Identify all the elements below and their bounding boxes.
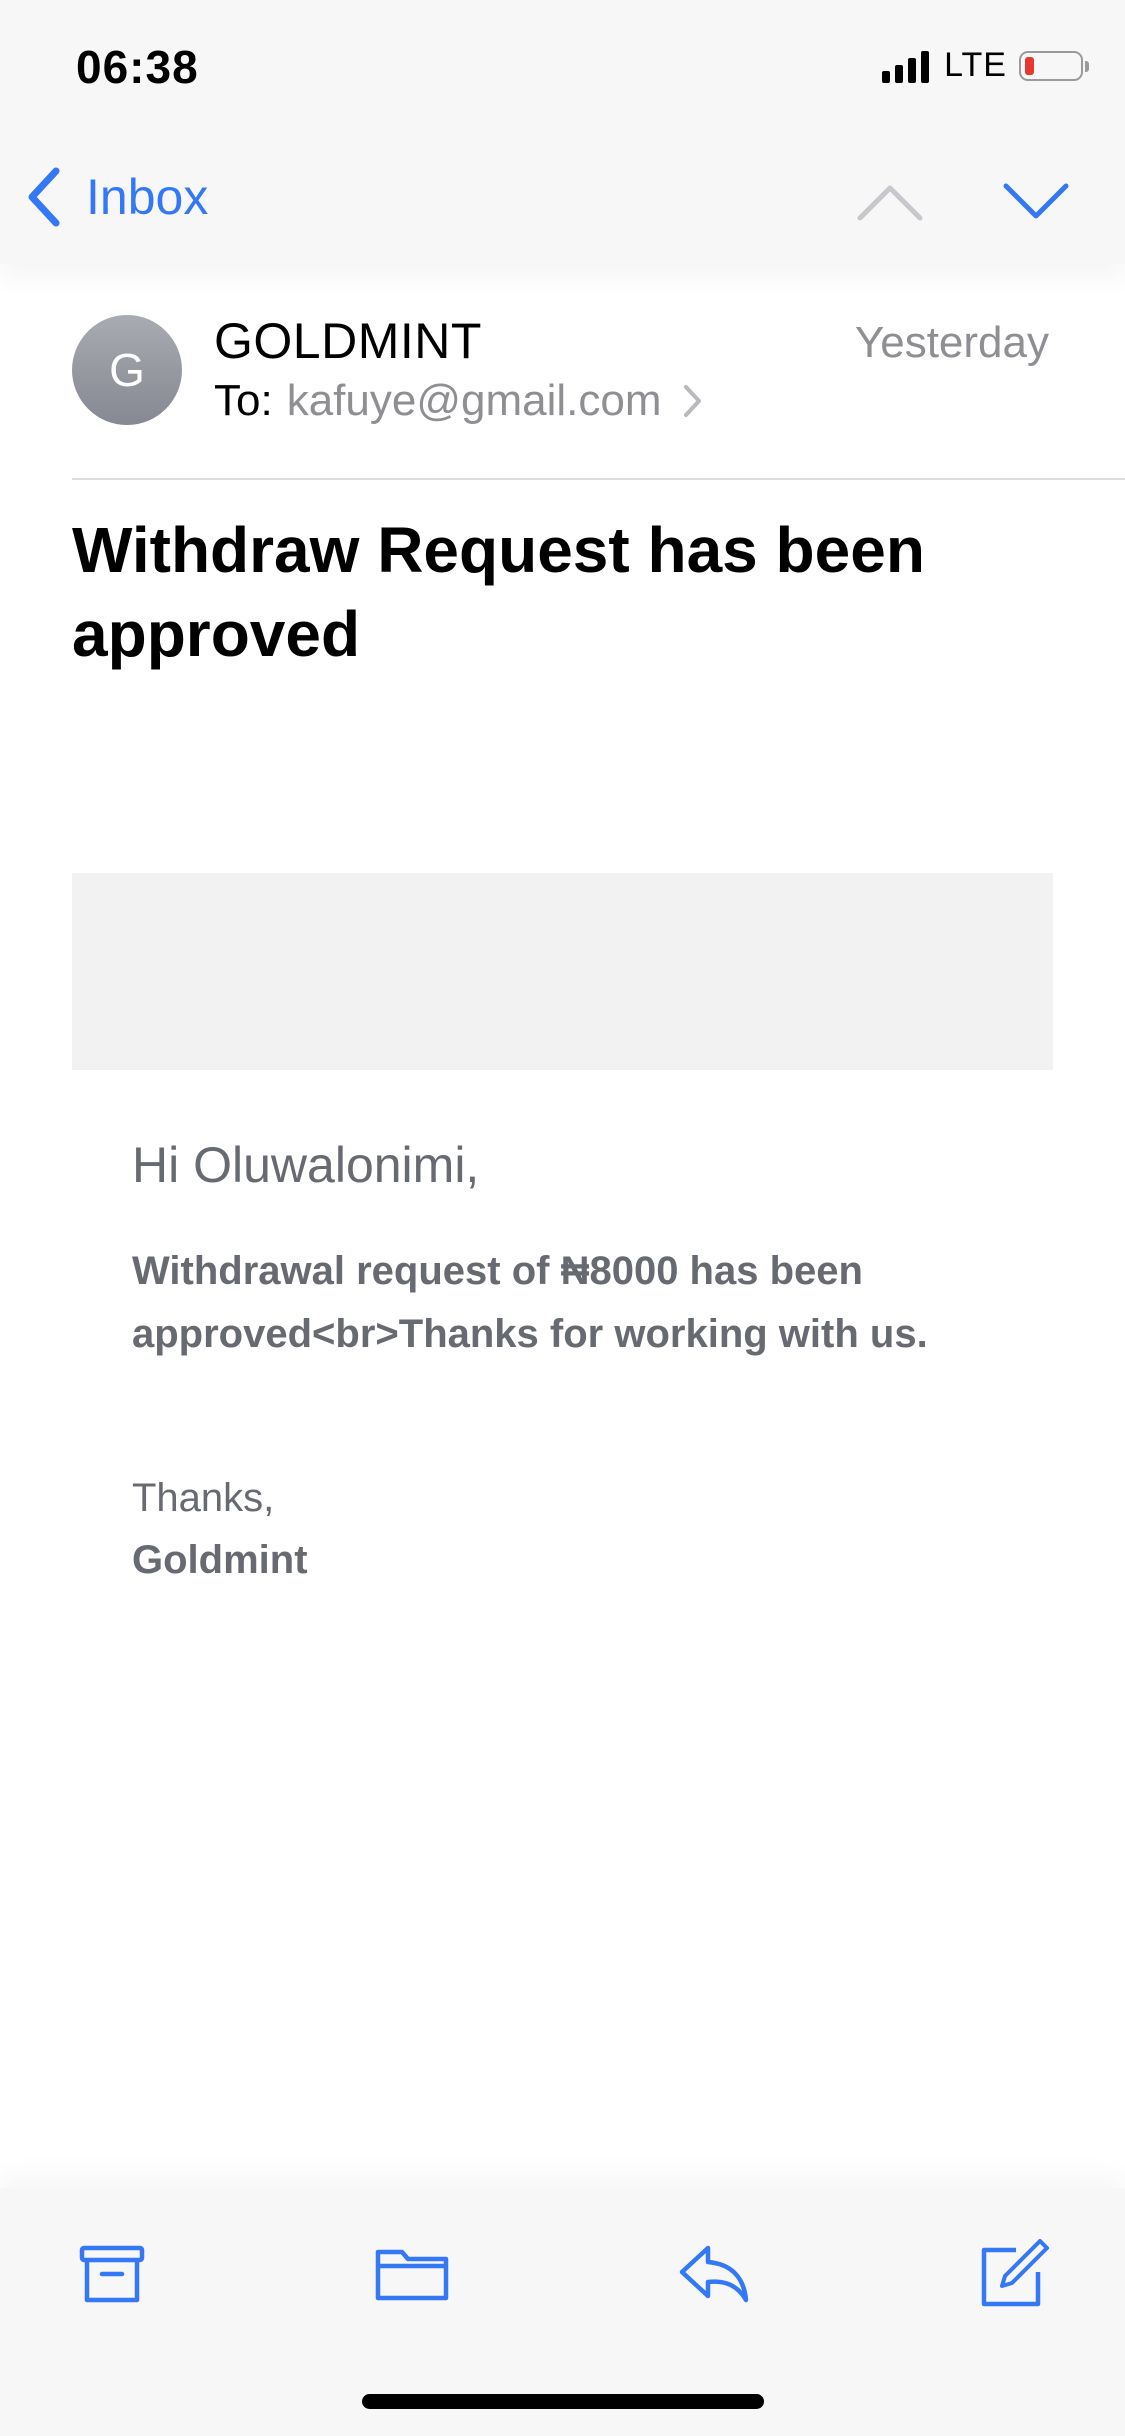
folder-icon bbox=[375, 2249, 449, 2301]
to-label: To: bbox=[214, 376, 273, 425]
network-type: LTE bbox=[944, 46, 1007, 84]
cellular-signal-icon bbox=[882, 49, 934, 83]
status-bar: 06:38 LTE bbox=[0, 0, 1125, 132]
archive-button[interactable] bbox=[72, 2234, 152, 2314]
move-to-folder-button[interactable] bbox=[372, 2234, 452, 2314]
back-to-inbox-button[interactable]: Inbox bbox=[24, 162, 208, 232]
sender-avatar[interactable]: G bbox=[72, 315, 182, 425]
compose-icon bbox=[981, 2239, 1049, 2307]
email-greeting: Hi Oluwalonimi, bbox=[132, 1137, 480, 1193]
status-time: 06:38 bbox=[76, 41, 199, 93]
navigation-bar: Inbox bbox=[0, 132, 1125, 264]
status-indicators: LTE bbox=[882, 46, 1089, 85]
email-message: Withdrawal request of ₦8000 has been app… bbox=[132, 1249, 928, 1356]
chevron-down-icon bbox=[1003, 183, 1069, 219]
email-closing: Thanks, bbox=[132, 1476, 275, 1520]
email-subject: Withdraw Request has been approved bbox=[72, 514, 925, 670]
chevron-left-icon bbox=[28, 167, 60, 227]
battery-icon bbox=[1019, 50, 1089, 81]
archive-icon bbox=[79, 2245, 145, 2303]
battery-level bbox=[1025, 56, 1034, 75]
compose-button[interactable] bbox=[972, 2234, 1052, 2314]
recipient-address: kafuye@gmail.com bbox=[286, 376, 662, 425]
next-message-button[interactable] bbox=[1000, 174, 1072, 230]
chevron-right-icon bbox=[683, 385, 701, 417]
recipient-details-button[interactable]: To: kafuye@gmail.com bbox=[214, 376, 704, 426]
sender-name[interactable]: GOLDMINT bbox=[214, 312, 482, 370]
back-label: Inbox bbox=[86, 169, 209, 225]
home-indicator[interactable] bbox=[362, 2394, 764, 2409]
reply-icon bbox=[679, 2245, 749, 2303]
chevron-up-icon bbox=[857, 185, 923, 221]
email-signature: Goldmint bbox=[132, 1538, 308, 1582]
email-banner-placeholder bbox=[72, 873, 1053, 1070]
previous-message-button[interactable] bbox=[854, 174, 926, 230]
header-divider bbox=[72, 478, 1125, 480]
reply-button[interactable] bbox=[674, 2234, 754, 2314]
email-date: Yesterday bbox=[854, 318, 1049, 367]
